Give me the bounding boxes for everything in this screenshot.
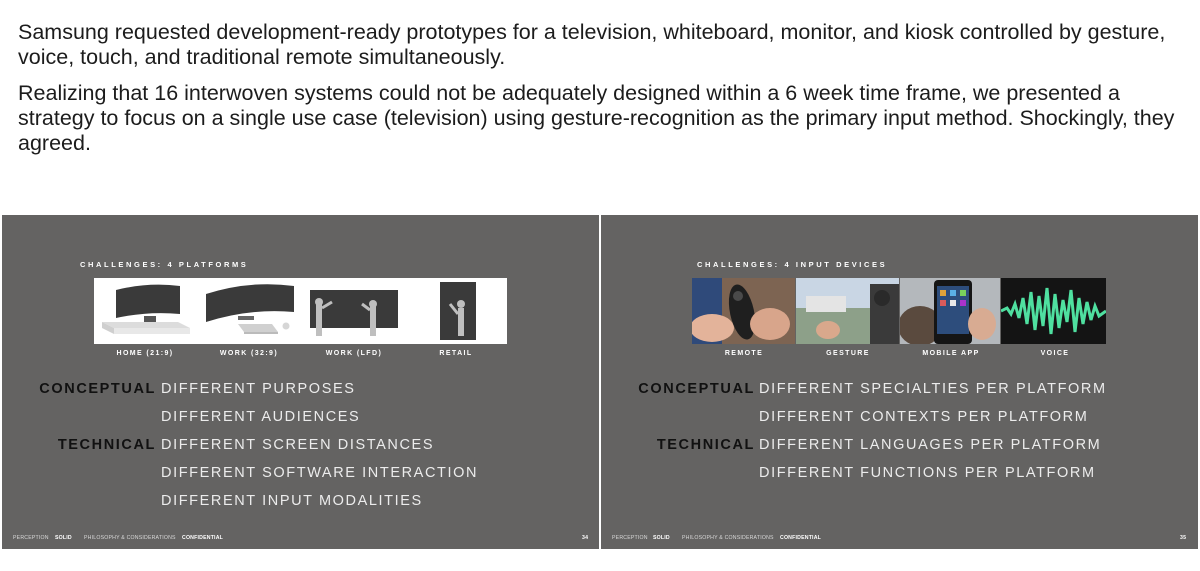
challenge-item: DIFFERENT AUDIENCES bbox=[161, 409, 361, 425]
challenge-item: DIFFERENT CONTEXTS PER PLATFORM bbox=[759, 409, 1089, 425]
caption-gesture: GESTURE bbox=[826, 350, 870, 357]
caption-home: HOME (21:9) bbox=[116, 350, 174, 357]
platforms-image-strip bbox=[94, 278, 507, 344]
footer-confidential: CONFIDENTIAL bbox=[780, 535, 822, 541]
conceptual-label: CONCEPTUAL bbox=[638, 381, 755, 397]
challenge-item: DIFFERENT INPUT MODALITIES bbox=[161, 493, 423, 509]
challenge-item: DIFFERENT SOFTWARE INTERACTION bbox=[161, 465, 479, 481]
page-number: 35 bbox=[1180, 535, 1187, 541]
slide-input-devices: CHALLENGES: 4 INPUT DEVICES REMOTE GESTU… bbox=[601, 215, 1198, 549]
challenge-item: DIFFERENT LANGUAGES PER PLATFORM bbox=[759, 437, 1102, 453]
technical-label: TECHNICAL bbox=[57, 437, 156, 453]
caption-work-lfd: WORK (LFD) bbox=[325, 350, 383, 357]
mobile-app-photo bbox=[898, 278, 1000, 346]
footer-solid: SOLID bbox=[653, 535, 670, 541]
intro-paragraph-2: Realizing that 16 interwoven systems cou… bbox=[18, 81, 1175, 155]
slide-platforms: CHALLENGES: 4 PLATFORMS HOME (21:9) WORK… bbox=[2, 215, 599, 549]
challenge-item: DIFFERENT FUNCTIONS PER PLATFORM bbox=[759, 465, 1096, 481]
technical-label: TECHNICAL bbox=[656, 437, 755, 453]
challenge-item: DIFFERENT PURPOSES bbox=[161, 381, 356, 397]
caption-voice: VOICE bbox=[1040, 350, 1070, 357]
page-number: 34 bbox=[582, 535, 589, 541]
work-monitor-illustration bbox=[202, 278, 296, 344]
conceptual-label: CONCEPTUAL bbox=[39, 381, 156, 397]
gesture-photo bbox=[796, 278, 899, 344]
slide-heading: CHALLENGES: 4 INPUT DEVICES bbox=[697, 260, 888, 269]
caption-retail: RETAIL bbox=[439, 350, 473, 357]
intro-text: Samsung requested development-ready prot… bbox=[18, 20, 1188, 156]
voice-waveform-image bbox=[1000, 278, 1107, 344]
footer-confidential: CONFIDENTIAL bbox=[182, 535, 224, 541]
intro-paragraph-1: Samsung requested development-ready prot… bbox=[18, 20, 1166, 69]
home-tv-illustration bbox=[98, 278, 192, 344]
footer-philosophy: PHILOSOPHY & CONSIDERATIONS bbox=[682, 535, 774, 541]
caption-work-wide: WORK (32:9) bbox=[219, 350, 279, 357]
footer-philosophy: PHILOSOPHY & CONSIDERATIONS bbox=[84, 535, 176, 541]
caption-remote: REMOTE bbox=[724, 350, 764, 357]
footer-perception: PERCEPTION bbox=[612, 535, 648, 541]
remote-photo bbox=[690, 278, 795, 344]
retail-kiosk-illustration bbox=[434, 278, 484, 344]
footer-solid: SOLID bbox=[55, 535, 72, 541]
slide-heading: CHALLENGES: 4 PLATFORMS bbox=[80, 260, 249, 269]
challenge-item: DIFFERENT SPECIALTIES PER PLATFORM bbox=[759, 381, 1107, 397]
footer-perception: PERCEPTION bbox=[13, 535, 49, 541]
work-lfd-illustration bbox=[306, 278, 402, 344]
challenge-item: DIFFERENT SCREEN DISTANCES bbox=[161, 437, 435, 453]
caption-mobile-app: MOBILE APP bbox=[922, 350, 980, 357]
